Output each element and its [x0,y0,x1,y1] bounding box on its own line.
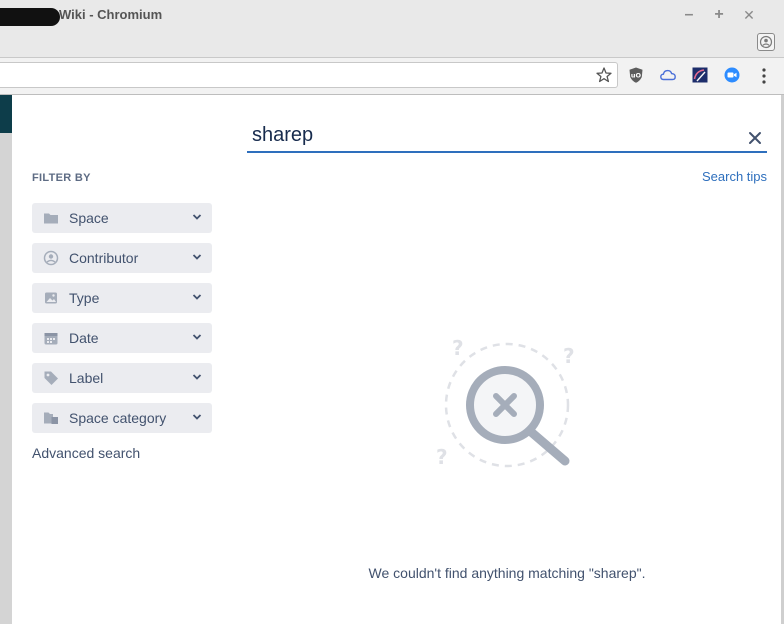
no-results-magnifier-icon: ? ? ? [436,336,575,469]
chevron-down-icon [192,294,202,300]
cloud-icon[interactable] [659,66,677,84]
search-input[interactable] [247,119,767,153]
filter-label: Contributor [69,250,139,266]
chevron-down-icon [192,334,202,340]
person-icon [43,250,59,266]
calendar-icon [44,333,58,345]
filter-label: Space [69,210,109,226]
no-results-message: We couldn't find anything matching "shar… [368,565,646,581]
clear-search-icon[interactable] [746,129,764,147]
window-titlebar: Wiki - Chromium – + ✕ [0,0,784,31]
profile-icon [759,35,773,49]
window-title: Wiki - Chromium [59,7,163,22]
filter-space-category-button[interactable]: Space category [32,403,212,433]
filter-heading: FILTER BY [32,172,91,184]
profile-button[interactable] [757,33,775,51]
chevron-down-icon [192,254,202,260]
extension-speedometer-icon[interactable] [691,66,709,84]
chevron-down-icon [192,374,202,380]
browser-menu-icon[interactable] [757,66,771,86]
ublock-shield-icon[interactable]: uO [627,66,645,84]
svg-text:?: ? [436,445,448,469]
image-icon [45,292,57,304]
minimize-button[interactable]: – [678,4,700,26]
filter-label: Date [69,330,99,346]
tab-strip [0,31,784,58]
search-tips-link[interactable]: Search tips [702,169,767,184]
search-panel [12,95,781,624]
filter-label-button[interactable]: Label [32,363,212,393]
zoom-video-icon[interactable] [723,66,741,84]
chevron-down-icon [192,214,202,220]
svg-text:uO: uO [631,72,642,80]
background-page-header [0,95,12,133]
advanced-search-link[interactable]: Advanced search [32,445,140,461]
maximize-button[interactable]: + [708,4,730,26]
browser-toolbar: uO [0,58,784,95]
chevron-down-icon [192,414,202,420]
background-page-edge [0,95,12,624]
folder-icon [44,213,58,224]
address-bar[interactable] [0,62,618,88]
svg-text:?: ? [563,344,575,368]
filter-label: Type [69,290,100,306]
folder-category-icon [44,412,58,424]
tag-icon [44,371,58,385]
bookmark-star-icon[interactable] [595,66,613,84]
filter-contributor-button[interactable]: Contributor [32,243,212,273]
redacted-area [0,8,60,26]
filter-label: Label [69,370,104,386]
svg-text:?: ? [452,336,464,360]
filter-label: Space category [69,410,167,426]
filter-type-button[interactable]: Type [32,283,212,313]
filter-date-button[interactable]: Date [32,323,212,353]
filter-space-button[interactable]: Space [32,203,212,233]
close-window-button[interactable]: ✕ [738,4,760,26]
